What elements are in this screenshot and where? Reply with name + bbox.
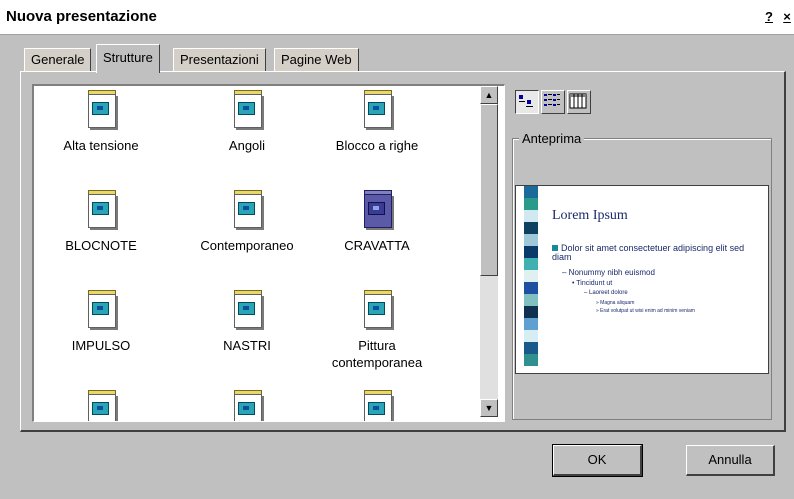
stripe-block	[524, 270, 538, 282]
tab-pagine-web[interactable]: Pagine Web	[274, 48, 359, 71]
title-bar: Nuova presentazione ? ×	[0, 0, 794, 35]
preview-group-label: Anteprima	[519, 131, 585, 146]
template-label: Pittura contemporanea	[331, 338, 423, 370]
template-label: Alta tensione	[63, 138, 139, 153]
template-file-icon	[86, 90, 116, 128]
stripe-block	[524, 234, 538, 246]
dialog-title: Nuova presentazione	[6, 8, 157, 25]
tab-strutture[interactable]: Strutture	[96, 44, 160, 73]
stripe-block	[524, 198, 538, 210]
stripe-block	[524, 330, 538, 342]
ok-button[interactable]: OK	[552, 444, 643, 477]
template-file-icon	[232, 90, 262, 128]
template-file-icon	[362, 190, 392, 228]
stripe-block	[524, 342, 538, 354]
tab-presentazioni[interactable]: Presentazioni	[173, 48, 266, 71]
template-file-icon	[362, 390, 392, 421]
vertical-scrollbar[interactable]: ▲ ▼	[480, 86, 498, 417]
template-label: Angoli	[228, 138, 266, 153]
template-label: NASTRI	[223, 338, 271, 353]
details-view-button[interactable]	[567, 90, 591, 114]
template-item[interactable]: Angoli	[182, 90, 312, 154]
slide-preview: Lorem Ipsum Dolor sit amet consectetuer …	[515, 185, 769, 374]
template-list[interactable]: Alta tensione Angoli Blocco a righe BLOC…	[32, 84, 505, 422]
stripe-block	[524, 210, 538, 222]
template-item[interactable]: Alta tensione	[36, 90, 166, 154]
help-button[interactable]: ?	[762, 10, 776, 24]
stripe-block	[524, 318, 538, 330]
stripe-block	[524, 354, 538, 366]
template-file-icon	[86, 190, 116, 228]
template-item[interactable]	[182, 390, 312, 421]
stripe-block	[524, 222, 538, 234]
template-file-icon	[86, 390, 116, 421]
template-label: Blocco a righe	[335, 138, 419, 153]
scroll-down-button[interactable]: ▼	[480, 399, 498, 417]
template-item[interactable]: Blocco a righe	[312, 90, 442, 154]
template-item[interactable]: Pittura contemporanea	[312, 290, 442, 371]
preview-bullet: • Tincidunt ut	[572, 280, 613, 287]
template-file-icon	[232, 290, 262, 328]
template-file-icon	[86, 290, 116, 328]
stripe-block	[524, 306, 538, 318]
stripe-block	[524, 258, 538, 270]
list-view-button[interactable]	[541, 90, 565, 114]
scroll-thumb[interactable]	[480, 104, 498, 276]
template-file-icon	[362, 290, 392, 328]
scroll-up-button[interactable]: ▲	[480, 86, 498, 104]
template-item[interactable]: BLOCNOTE	[36, 190, 166, 254]
cancel-button[interactable]: Annulla	[686, 445, 775, 476]
template-item[interactable]	[36, 390, 166, 421]
template-item[interactable]: NASTRI	[182, 290, 312, 354]
stripe-block	[524, 246, 538, 258]
template-file-icon	[362, 90, 392, 128]
stripe-block	[524, 282, 538, 294]
template-label: Contemporaneo	[200, 238, 294, 253]
large-icons-view-icon	[519, 95, 533, 107]
large-icons-view-button[interactable]	[515, 90, 539, 114]
arrow-up-icon: ▲	[484, 90, 494, 100]
arrow-down-icon: ▼	[484, 403, 494, 413]
preview-bullet: » Erat volutpat ut wisi enim ad minim ve…	[596, 308, 695, 314]
template-item-selected[interactable]: CRAVATTA	[312, 190, 442, 254]
preview-decor-stripe	[524, 186, 538, 373]
template-item[interactable]: Contemporaneo	[182, 190, 312, 254]
preview-bullet: – Nonummy nibh euismod	[562, 268, 655, 277]
details-view-icon	[569, 93, 587, 109]
list-view-icon	[544, 94, 560, 106]
stripe-block	[524, 186, 538, 198]
preview-slide-title: Lorem Ipsum	[552, 208, 628, 223]
tab-generale[interactable]: Generale	[24, 48, 92, 71]
template-label: BLOCNOTE	[65, 238, 137, 253]
template-item[interactable]	[312, 390, 442, 421]
preview-bullet: – Laoreet dolore	[584, 290, 628, 296]
template-item[interactable]: IMPULSO	[36, 290, 166, 354]
template-file-icon	[232, 190, 262, 228]
close-button[interactable]: ×	[780, 10, 794, 24]
stripe-block	[524, 294, 538, 306]
template-label: CRAVATTA	[344, 238, 410, 253]
template-label: IMPULSO	[71, 338, 131, 353]
template-file-icon	[232, 390, 262, 421]
preview-bullet: Dolor sit amet consectetuer adipiscing e…	[552, 243, 745, 262]
